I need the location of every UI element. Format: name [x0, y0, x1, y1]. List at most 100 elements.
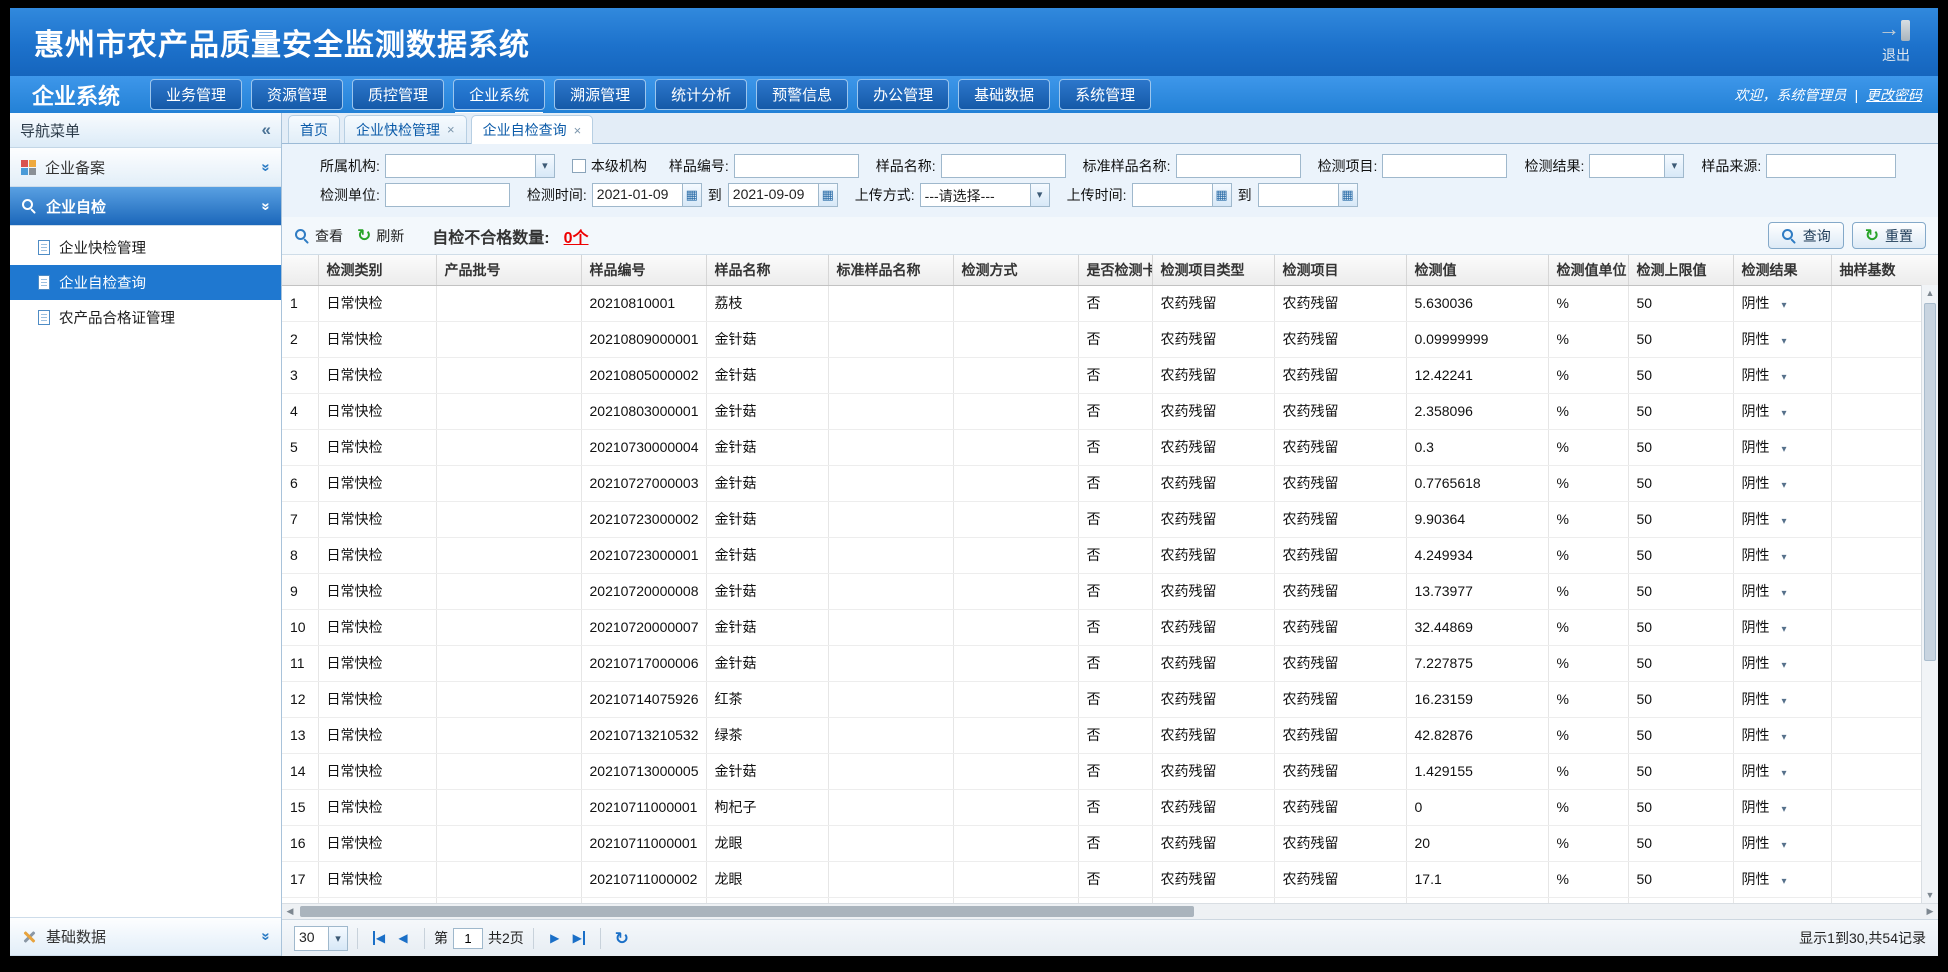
chevron-down-icon[interactable]: ▾: [1782, 840, 1787, 851]
chevron-down-icon[interactable]: ▾: [1782, 732, 1787, 743]
column-header-13[interactable]: 检测结果: [1733, 255, 1831, 285]
upload-time-to-input[interactable]: ▦: [1258, 183, 1358, 207]
table-row[interactable]: 5日常快检20210730000004金针菇否农药残留农药残留0.3%50阴性▾: [282, 429, 1938, 465]
chevron-down-icon[interactable]: ▾: [1782, 408, 1787, 419]
test-time-from-input[interactable]: 2021-01-09 ▦: [592, 183, 702, 207]
sidebar-panel-enterprise-record[interactable]: 企业备案 »: [10, 148, 281, 187]
chevron-down-icon[interactable]: ▾: [1782, 480, 1787, 491]
menu-item-1[interactable]: 资源管理: [251, 79, 343, 110]
chevron-down-icon[interactable]: ▾: [535, 155, 554, 177]
chevron-down-icon[interactable]: ▾: [1782, 372, 1787, 383]
table-row[interactable]: 8日常快检20210723000001金针菇否农药残留农药残留4.249934%…: [282, 537, 1938, 573]
column-header-8[interactable]: 检测项目类型: [1152, 255, 1274, 285]
tab-2[interactable]: 企业自检查询×: [471, 115, 594, 144]
sample-name-input[interactable]: [941, 154, 1066, 178]
first-page-button[interactable]: ◀: [367, 932, 391, 944]
table-row[interactable]: 10日常快检20210720000007金针菇否农药残留农药残留32.44869…: [282, 609, 1938, 645]
menu-item-4[interactable]: 溯源管理: [554, 79, 646, 110]
table-row[interactable]: 16日常快检20210711000001龙眼否农药残留农药残留20%50阴性▾: [282, 825, 1938, 861]
menu-item-2[interactable]: 质控管理: [352, 79, 444, 110]
scroll-right-icon[interactable]: ▶: [1922, 904, 1938, 919]
table-row[interactable]: 13日常快检20210713210532绿茶否农药残留农药残留42.82876%…: [282, 717, 1938, 753]
page-size-select[interactable]: 30 ▾: [294, 926, 348, 951]
page-number-input[interactable]: [453, 928, 483, 949]
column-header-11[interactable]: 检测值单位: [1548, 255, 1628, 285]
collapse-sidebar-icon[interactable]: «: [262, 120, 271, 140]
tab-1[interactable]: 企业快检管理×: [344, 115, 467, 143]
menu-item-9[interactable]: 系统管理: [1059, 79, 1151, 110]
sidebar-panel-base-data[interactable]: 基础数据 »: [10, 917, 281, 956]
table-row[interactable]: 15日常快检20210711000001枸杞子否农药残留农药残留0%50阴性▾: [282, 789, 1938, 825]
table-row[interactable]: 2日常快检20210809000001金针菇否农药残留农药残留0.0999999…: [282, 321, 1938, 357]
query-button[interactable]: 查询: [1768, 222, 1844, 249]
table-row[interactable]: 11日常快检20210717000006金针菇否农药残留农药残留7.227875…: [282, 645, 1938, 681]
table-row[interactable]: 9日常快检20210720000008金针菇否农药残留农药残留13.73977%…: [282, 573, 1938, 609]
column-header-14[interactable]: 抽样基数: [1831, 255, 1938, 285]
org-select[interactable]: ▾: [385, 154, 555, 178]
last-page-button[interactable]: ▶: [567, 932, 591, 944]
local-org-checkbox[interactable]: [572, 159, 586, 173]
column-header-5[interactable]: 标准样品名称: [828, 255, 953, 285]
sample-source-input[interactable]: [1766, 154, 1896, 178]
tab-0[interactable]: 首页: [288, 115, 340, 143]
chevron-down-icon[interactable]: ▾: [1030, 184, 1049, 206]
chevron-down-icon[interactable]: ▾: [1782, 516, 1787, 527]
chevron-down-icon[interactable]: ▾: [1782, 552, 1787, 563]
calendar-icon[interactable]: ▦: [1212, 184, 1231, 206]
column-header-10[interactable]: 检测值: [1406, 255, 1548, 285]
column-header-2[interactable]: 产品批号: [436, 255, 581, 285]
column-header-9[interactable]: 检测项目: [1274, 255, 1406, 285]
calendar-icon[interactable]: ▦: [1338, 184, 1357, 206]
vertical-scrollbar[interactable]: ▲ ▼: [1921, 285, 1938, 903]
chevron-down-icon[interactable]: ▾: [1782, 696, 1787, 707]
reload-button[interactable]: ↻: [610, 930, 634, 947]
menu-item-0[interactable]: 业务管理: [150, 79, 242, 110]
chevron-down-icon[interactable]: ▾: [1664, 155, 1683, 177]
table-row[interactable]: 14日常快检20210713000005金针菇否农药残留农药残留1.429155…: [282, 753, 1938, 789]
calendar-icon[interactable]: ▦: [682, 184, 701, 206]
column-header-0[interactable]: [282, 255, 318, 285]
table-row[interactable]: 12日常快检20210714075926红茶否农药残留农药残留16.23159%…: [282, 681, 1938, 717]
close-icon[interactable]: ×: [447, 122, 455, 137]
scroll-up-icon[interactable]: ▲: [1922, 285, 1938, 301]
sidebar-item-2[interactable]: 农产品合格证管理: [10, 300, 281, 335]
menu-item-3[interactable]: 企业系统: [453, 79, 545, 110]
menu-item-8[interactable]: 基础数据: [958, 79, 1050, 110]
scroll-left-icon[interactable]: ◀: [282, 904, 298, 919]
upload-time-from-input[interactable]: ▦: [1132, 183, 1232, 207]
chevron-down-icon[interactable]: ▾: [1782, 804, 1787, 815]
next-page-button[interactable]: ▶: [543, 932, 567, 944]
fail-count-value[interactable]: 0个: [564, 224, 589, 248]
column-header-7[interactable]: 是否检测卡: [1078, 255, 1152, 285]
test-unit-input[interactable]: [385, 183, 510, 207]
table-row[interactable]: 3日常快检20210805000002金针菇否农药残留农药残留12.42241%…: [282, 357, 1938, 393]
menu-item-5[interactable]: 统计分析: [655, 79, 747, 110]
chevron-down-icon[interactable]: ▾: [1782, 300, 1787, 311]
upload-mode-select[interactable]: ---请选择--- ▾: [920, 183, 1050, 207]
view-button[interactable]: 查看: [294, 226, 343, 246]
column-header-6[interactable]: 检测方式: [953, 255, 1078, 285]
table-row[interactable]: 6日常快检20210727000003金针菇否农药残留农药残留0.7765618…: [282, 465, 1938, 501]
reset-button[interactable]: ↻ 重置: [1852, 222, 1926, 249]
chevron-down-icon[interactable]: ▾: [328, 927, 347, 950]
sample-no-input[interactable]: [734, 154, 859, 178]
table-row[interactable]: 4日常快检20210803000001金针菇否农药残留农药残留2.358096%…: [282, 393, 1938, 429]
chevron-down-icon[interactable]: ▾: [1782, 588, 1787, 599]
table-row[interactable]: 1日常快检20210810001荔枝否农药残留农药残留5.630036%50阴性…: [282, 285, 1938, 321]
scroll-down-icon[interactable]: ▼: [1922, 887, 1938, 903]
logout-button[interactable]: → 退出: [1878, 19, 1914, 65]
column-header-4[interactable]: 样品名称: [706, 255, 828, 285]
calendar-icon[interactable]: ▦: [818, 184, 837, 206]
chevron-down-icon[interactable]: ▾: [1782, 768, 1787, 779]
chevron-down-icon[interactable]: ▾: [1782, 660, 1787, 671]
horizontal-scroll-thumb[interactable]: [300, 906, 1194, 917]
column-header-12[interactable]: 检测上限值: [1628, 255, 1733, 285]
refresh-button[interactable]: ↻ 刷新: [357, 226, 404, 246]
horizontal-scrollbar[interactable]: ◀ ▶: [282, 903, 1938, 919]
menu-item-7[interactable]: 办公管理: [857, 79, 949, 110]
sidebar-panel-enterprise-selfcheck[interactable]: 企业自检 »: [10, 187, 281, 226]
vertical-scroll-thumb[interactable]: [1924, 303, 1936, 661]
chevron-down-icon[interactable]: ▾: [1782, 876, 1787, 887]
chevron-down-icon[interactable]: ▾: [1782, 444, 1787, 455]
sidebar-item-0[interactable]: 企业快检管理: [10, 230, 281, 265]
